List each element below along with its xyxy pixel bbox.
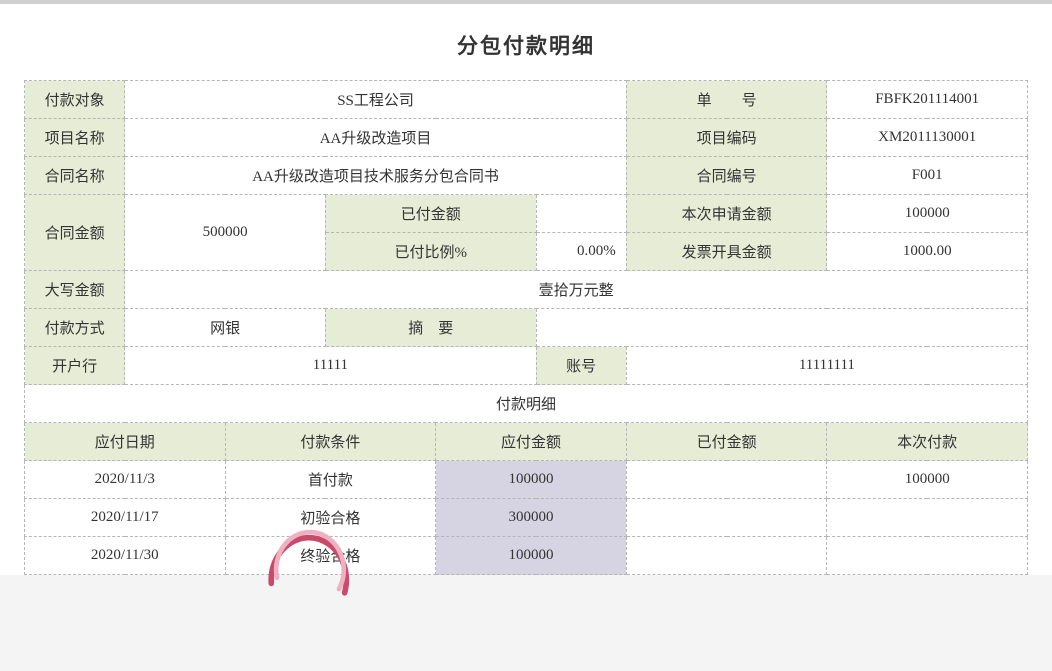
row-capital: 大写金额 壹拾万元整 — [25, 271, 1028, 309]
label-payee: 付款对象 — [25, 81, 125, 119]
label-contract-no: 合同编号 — [626, 157, 827, 195]
cell-paid-amount — [626, 537, 827, 575]
cell-due-date: 2020/11/17 — [25, 499, 226, 537]
row-project: 项目名称 AA升级改造项目 项目编码 XM2011130001 — [25, 119, 1028, 157]
value-contract-name: AA升级改造项目技术服务分包合同书 — [125, 157, 626, 195]
value-capital-amount: 壹拾万元整 — [125, 271, 1028, 309]
cell-this-pay — [827, 537, 1028, 575]
value-contract-amount: 500000 — [125, 195, 326, 271]
label-paid-ratio: 已付比例% — [325, 233, 536, 271]
col-this-pay: 本次付款 — [827, 423, 1028, 461]
value-paid-amount — [536, 195, 626, 233]
label-capital-amount: 大写金额 — [25, 271, 125, 309]
row-detail-title: 付款明细 — [25, 385, 1028, 423]
value-account: 11111111 — [626, 347, 1027, 385]
label-account: 账号 — [536, 347, 626, 385]
document-sheet: 分包付款明细 付款对象 SS工程公司 单 号 FBFK201114001 项目名… — [0, 4, 1052, 575]
value-this-apply-amount: 100000 — [827, 195, 1028, 233]
col-due-amount: 应付金额 — [436, 423, 627, 461]
row-contract: 合同名称 AA升级改造项目技术服务分包合同书 合同编号 F001 — [25, 157, 1028, 195]
value-bank: 11111 — [125, 347, 536, 385]
value-summary — [536, 309, 1027, 347]
value-payee: SS工程公司 — [125, 81, 626, 119]
cell-due-date: 2020/11/3 — [25, 461, 226, 499]
cell-due-amount: 100000 — [436, 461, 627, 499]
row-amount-1: 合同金额 500000 已付金额 本次申请金额 100000 — [25, 195, 1028, 233]
label-summary: 摘 要 — [325, 309, 536, 347]
header-form-table: 付款对象 SS工程公司 单 号 FBFK201114001 项目名称 AA升级改… — [24, 80, 1028, 575]
col-condition: 付款条件 — [225, 423, 436, 461]
label-project-name: 项目名称 — [25, 119, 125, 157]
cell-due-amount: 300000 — [436, 499, 627, 537]
cell-paid-amount — [626, 461, 827, 499]
detail-section-title: 付款明细 — [25, 385, 1028, 423]
col-due-date: 应付日期 — [25, 423, 226, 461]
cell-due-amount: 100000 — [436, 537, 627, 575]
value-contract-no: F001 — [827, 157, 1028, 195]
row-paymethod: 付款方式 网银 摘 要 — [25, 309, 1028, 347]
label-bill-no: 单 号 — [626, 81, 827, 119]
label-paid-amount: 已付金额 — [325, 195, 536, 233]
row-bank: 开户行 11111 账号 11111111 — [25, 347, 1028, 385]
label-contract-name: 合同名称 — [25, 157, 125, 195]
cell-condition: 初验合格 — [225, 499, 436, 537]
page-title: 分包付款明细 — [24, 30, 1028, 60]
cell-condition: 终验合格 — [225, 537, 436, 575]
table-row: 2020/11/30 终验合格 100000 — [25, 537, 1028, 575]
cell-paid-amount — [626, 499, 827, 537]
value-project-name: AA升级改造项目 — [125, 119, 626, 157]
label-invoice-amount: 发票开具金额 — [626, 233, 827, 271]
label-bank: 开户行 — [25, 347, 125, 385]
cell-this-pay: 100000 — [827, 461, 1028, 499]
value-pay-method: 网银 — [125, 309, 326, 347]
table-row: 2020/11/3 首付款 100000 100000 — [25, 461, 1028, 499]
label-contract-amount: 合同金额 — [25, 195, 125, 271]
col-paid-amount: 已付金额 — [626, 423, 827, 461]
value-invoice-amount: 1000.00 — [827, 233, 1028, 271]
label-pay-method: 付款方式 — [25, 309, 125, 347]
row-detail-headers: 应付日期 付款条件 应付金额 已付金额 本次付款 — [25, 423, 1028, 461]
label-this-apply-amount: 本次申请金额 — [626, 195, 827, 233]
cell-condition: 首付款 — [225, 461, 436, 499]
row-payee: 付款对象 SS工程公司 单 号 FBFK201114001 — [25, 81, 1028, 119]
value-project-code: XM2011130001 — [827, 119, 1028, 157]
table-row: 2020/11/17 初验合格 300000 — [25, 499, 1028, 537]
label-project-code: 项目编码 — [626, 119, 827, 157]
cell-this-pay — [827, 499, 1028, 537]
value-bill-no: FBFK201114001 — [827, 81, 1028, 119]
value-paid-ratio: 0.00% — [536, 233, 626, 271]
cell-due-date: 2020/11/30 — [25, 537, 226, 575]
